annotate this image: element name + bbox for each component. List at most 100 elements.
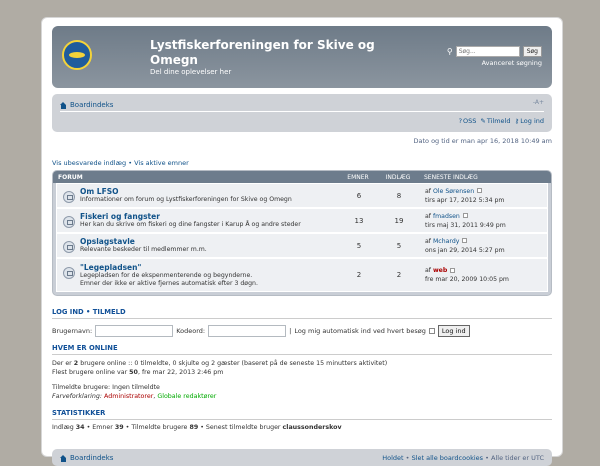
forum-description: Relevante beskeder til medlemmer m.m. [80,246,207,253]
password-label: Kodeord: [176,327,206,335]
by-label: af [425,237,431,245]
login-section-title: LOG IND • TILMELD [52,308,552,319]
search-input[interactable] [455,46,520,57]
stats-topics: 39 [114,424,124,431]
header-topics: EMNER [347,173,369,181]
who-online-text: Der er 2 brugere online :: 0 tilmeldte, … [52,359,552,377]
footer-separator: • [485,454,489,462]
forum-topics-count: 5 [356,241,362,250]
autologin-checkbox[interactable] [428,328,435,334]
last-post-user[interactable]: Ole Sørensen [433,188,474,195]
stats-newest-user[interactable]: claussonderskov [283,424,342,431]
pencil-icon: ✎ [480,117,486,125]
forum-posts-count: 5 [396,241,402,250]
site-logo[interactable] [62,40,92,70]
registered-users-text: Tilmeldte brugere: Ingen tilmeldte [52,384,160,391]
login-link[interactable]: ⚷ Log ind [515,117,545,125]
forum-link[interactable]: Fiskeri og fangster [80,212,301,221]
active-topics-link[interactable]: Vis aktive emner [134,159,189,167]
bottom-navbar: Boardindeks Holdet • Slet alle boardcook… [52,449,552,466]
by-label: af [425,267,431,274]
autologin-label: Log mig automatisk ind ved hvert besøg [294,327,426,335]
login-label: Log ind [520,117,544,125]
top-navbar: Boardindeks -A+ ? OSS ✎ Tilmeld ⚷ Log ind [52,94,552,132]
by-label: af [425,187,431,195]
login-title-link[interactable]: LOG IND [52,308,84,316]
view-latest-post-icon[interactable] [462,213,468,218]
forum-table-header: FORUM EMNER INDLÆG SENESTE INDLÆG [53,171,551,183]
last-post-user[interactable]: Mchardy [433,238,459,245]
nav-divider [60,111,544,112]
view-links-separator: • [128,159,133,167]
view-latest-post-icon[interactable] [477,188,483,193]
help-icon: ? [458,117,463,125]
team-link[interactable]: Holdet [382,454,403,462]
footer-home-link[interactable]: Boardindeks [60,454,113,462]
forum-link[interactable]: Opslagstavle [80,237,207,246]
forum-read-icon [63,241,75,253]
delete-cookies-link[interactable]: Slet alle boardcookies [412,454,483,462]
footer-links: Holdet • Slet alle boardcookies • Alle t… [382,454,544,462]
legend-separator: , [153,393,156,400]
view-links: Vis ubesvarede indlæg • Vis aktive emner [52,159,552,170]
username-label: Brugernavn: [52,327,93,335]
stats-posts: 34 [75,424,85,431]
forum-description: Informationer om forum og Lystfiskerfore… [80,196,292,203]
timezone-text: Alle tider er UTC [491,454,544,462]
last-post-user[interactable]: web [433,267,447,274]
stats-topics-label: • Emner [86,424,113,431]
register-label: Tilmeld [486,117,511,125]
statistics-text: Indlæg 34 • Emner 39 • Tilmeldte brugere… [52,423,552,432]
online-text-a: Der er [52,360,72,367]
advanced-search-link[interactable]: Avanceret søgning [482,59,542,67]
font-resize-icon[interactable]: -A+ [533,99,544,106]
forum-last-post: af Ole Sørensen tirs apr 17, 2012 5:34 p… [419,187,547,205]
login-button[interactable]: Log ind [437,325,470,337]
forum-posts-count: 2 [396,271,402,279]
last-post-date: tirs maj 31, 2011 9:49 pm [425,221,506,229]
search-button[interactable]: Søg [522,46,542,57]
login-title-separator: • [86,308,91,316]
view-latest-post-icon[interactable] [462,238,468,243]
registered-users: Tilmeldte brugere: Ingen tilmeldte Farve… [52,383,552,401]
breadcrumb-home-label: Boardindeks [70,101,114,109]
view-latest-post-icon[interactable] [450,267,456,273]
forum-main: "Legepladsen" Legepladsen for de ekspenm… [57,263,339,288]
forum-link[interactable]: "Legepladsen" [80,263,258,272]
legend-moderators-link[interactable]: Globale redaktører [157,393,216,400]
footer-separator: • [405,454,410,462]
register-link[interactable]: ✎ Tilmeld [480,117,510,125]
forum-description-line2: Emner der ikke er aktive fjernes automat… [80,279,258,287]
login-form: Brugernavn: Kodeord: | Log mig automatis… [52,325,552,337]
forum-link[interactable]: Om LFSO [80,187,292,196]
last-post-user[interactable]: fmadsen [433,213,460,220]
record-text-a: Flest brugere online var [52,369,128,376]
unanswered-posts-link[interactable]: Vis ubesvarede indlæg [52,159,126,167]
online-count: 2 [73,360,79,367]
faq-link[interactable]: ? OSS [459,117,477,125]
username-input[interactable] [95,325,174,337]
footer-home-label: Boardindeks [70,454,114,462]
last-post-date: ons jan 29, 2014 5:27 pm [425,246,505,254]
forum-read-icon [63,216,75,228]
breadcrumb-home[interactable]: Boardindeks [60,101,113,109]
header-posts: INDLÆG [385,173,411,181]
forum-main: Fiskeri og fangster Her kan du skrive om… [57,212,339,229]
record-count: 50 [129,369,138,376]
register-title-link[interactable]: TILMELD [93,308,126,316]
forum-read-icon [63,266,75,279]
by-label: af [425,212,431,220]
forum-posts-count: 8 [396,191,402,200]
last-post-date: tirs apr 17, 2012 5:34 pm [425,196,505,204]
stats-members-label: • Tilmeldte brugere [125,424,188,431]
who-online-title: HVEM ER ONLINE [52,344,552,355]
login-separator: | [289,327,292,335]
legend-admins-link[interactable]: Administratorer [104,393,153,400]
legend-label: Farveforklaring: [52,393,103,400]
stats-members: 89 [189,424,199,431]
online-text-b: brugere online :: 0 tilmeldte, 0 skjulte… [80,360,388,367]
password-input[interactable] [208,325,287,337]
search-icon: ⚲ [446,47,453,56]
forum-table: FORUM EMNER INDLÆG SENESTE INDLÆG Om LFS… [52,170,552,296]
home-icon [60,454,67,462]
